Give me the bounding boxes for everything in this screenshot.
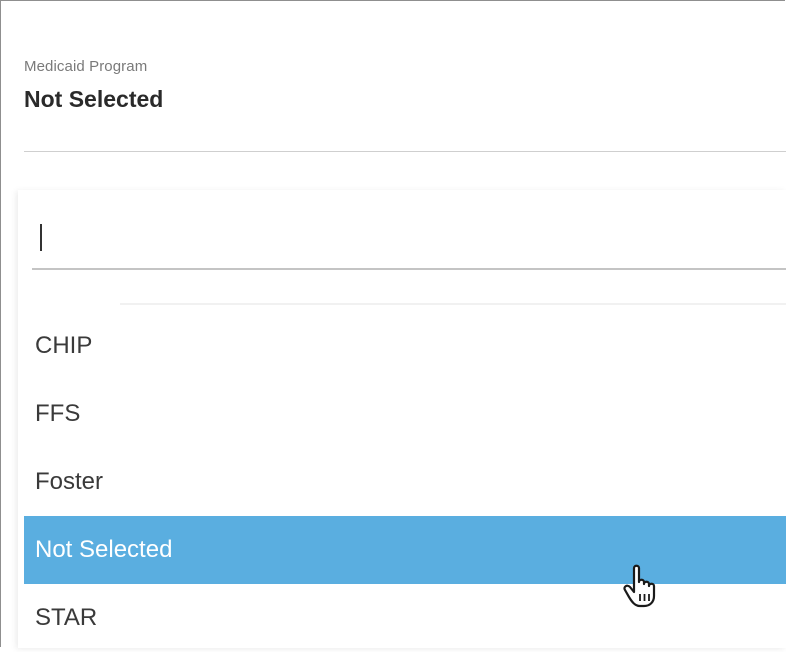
option-foster[interactable]: Foster	[24, 448, 786, 516]
option-star[interactable]: STAR	[24, 584, 786, 652]
field-label: Medicaid Program	[24, 58, 148, 75]
search-area[interactable]	[32, 204, 786, 270]
search-underline	[32, 268, 786, 270]
options-list: CHIP FFS Foster Not Selected STAR	[24, 312, 786, 652]
search-input[interactable]	[32, 204, 786, 268]
medicaid-program-field[interactable]: Medicaid Program Not Selected	[24, 58, 786, 113]
hand-pointer-icon	[623, 564, 656, 608]
option-not-selected[interactable]: Not Selected	[24, 516, 786, 584]
divider	[120, 303, 786, 305]
option-ffs[interactable]: FFS	[24, 380, 786, 448]
option-chip[interactable]: CHIP	[24, 312, 786, 380]
field-value[interactable]: Not Selected	[24, 86, 786, 113]
text-caret	[40, 224, 42, 251]
field-underline	[24, 151, 786, 152]
